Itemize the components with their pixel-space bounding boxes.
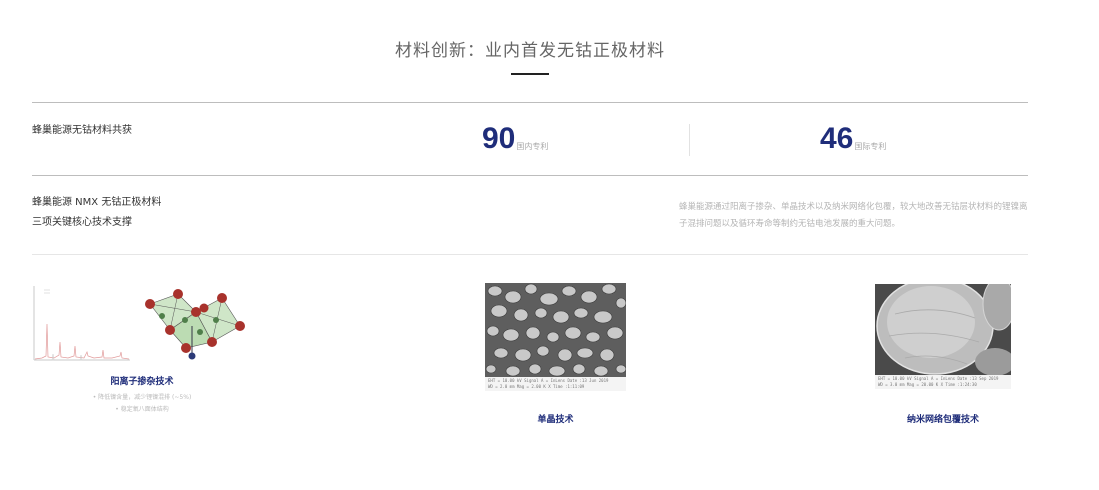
divider-top bbox=[32, 102, 1028, 103]
single-sem-info-line2: WD = 2.0 mm Mag = 2.00 K X Time :1:11:09 bbox=[488, 384, 585, 389]
page-title: 材料创新：业内首发无钴正极材料 bbox=[395, 41, 665, 61]
divider-bottom bbox=[32, 254, 1028, 255]
tech-caption-nano-coating: 纳米网络包覆技术 bbox=[906, 415, 979, 425]
stat-domestic-unit: 国内专利 bbox=[516, 142, 549, 151]
nano-sem-info-line2: WD = 3.0 mm Mag = 20.00 K X Time :1:24:3… bbox=[878, 382, 977, 387]
core-description: 蜂巢能源通过阳离子掺杂、单晶技术以及纳米网络化包覆，较大地改善无钴层状材料的锂镍… bbox=[679, 202, 1028, 229]
stat-domestic-patents: 90 国内专利 bbox=[482, 122, 548, 156]
crystal-structure-figure bbox=[145, 289, 245, 360]
tech-caption-single-crystal: 单晶技术 bbox=[537, 415, 574, 425]
divider-middle bbox=[32, 175, 1028, 176]
tech-caption-cation-doping: 阳离子掺杂技术 bbox=[110, 377, 174, 387]
nano-coating-sem-info: EHT = 10.00 kV Signal A = InLens Date :1… bbox=[875, 375, 1011, 389]
stat-international-value: 46 bbox=[820, 122, 854, 155]
single-crystal-sem-info: EHT = 10.00 kV Signal A = InLens Date :1… bbox=[485, 377, 626, 391]
stat-international-patents: 46 国际专利 bbox=[820, 122, 886, 156]
nano-coating-sem-image bbox=[875, 284, 1011, 375]
stat-divider bbox=[689, 124, 690, 156]
title-underline bbox=[511, 73, 549, 75]
stat-international-unit: 国际专利 bbox=[854, 142, 887, 151]
patents-label: 蜂巢能源无钴材料共获 bbox=[32, 125, 132, 136]
tech-note-2: • 稳定氧八面体结构 bbox=[115, 406, 169, 413]
core-title-line2: 三项关键核心技术支撑 bbox=[32, 217, 132, 228]
tech-note-1: • 降低镍含量，减少锂镍混排 (~5%) bbox=[92, 394, 192, 401]
core-title-line1: 蜂巢能源 NMX 无钴正极材料 bbox=[32, 197, 162, 208]
single-crystal-sem-image bbox=[485, 283, 626, 377]
xrd-spectrum-figure bbox=[33, 286, 130, 361]
stat-domestic-value: 90 bbox=[482, 122, 516, 155]
